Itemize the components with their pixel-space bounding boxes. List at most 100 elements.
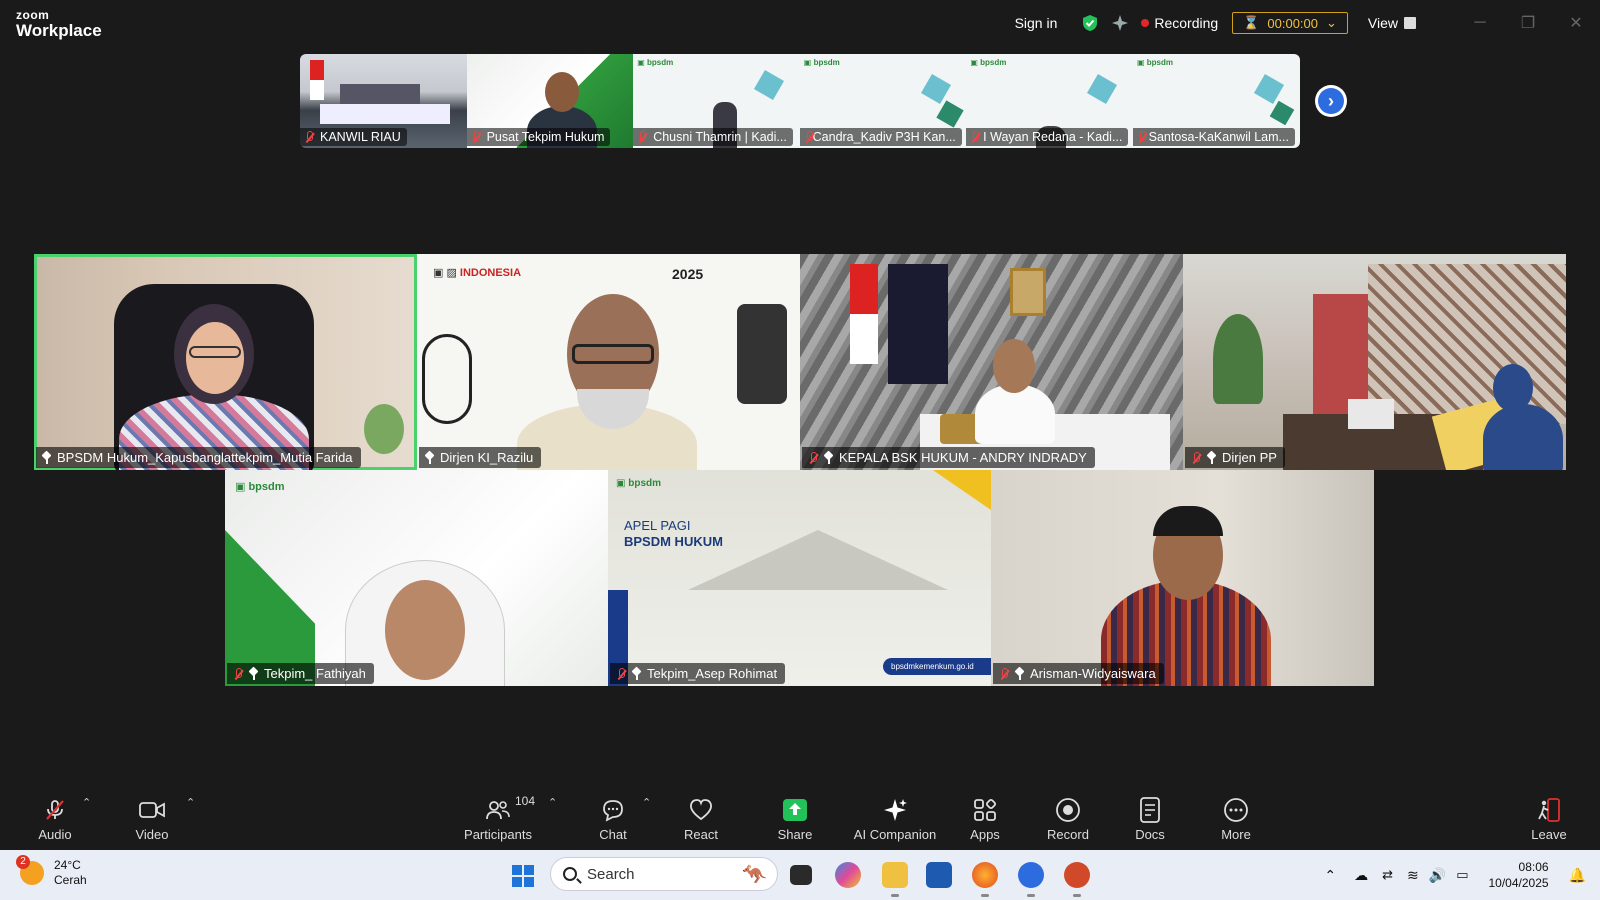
pin-icon	[42, 452, 51, 464]
zoom-app-icon[interactable]	[1018, 862, 1044, 888]
audio-options-caret-icon[interactable]: ⌃	[82, 796, 91, 809]
file-explorer-icon[interactable]	[882, 862, 908, 888]
participant-name-text: Tekpim_Asep Rohimat	[647, 666, 778, 681]
thumbnail-tile[interactable]: Pusat Tekpim Hukum	[466, 54, 634, 148]
powerpoint-icon[interactable]	[1064, 862, 1090, 888]
sun-weather-icon: 2	[16, 855, 44, 885]
chat-button[interactable]: Chat	[590, 788, 636, 850]
recording-timer[interactable]: ⌛ 00:00:00 ⌄	[1232, 12, 1348, 34]
participant-name: Tekpim_ Fathiyah	[227, 663, 374, 684]
gallery-tile[interactable]: ▣ ▨ INDONESIA 2025 Dirjen KI_Razilu	[417, 254, 800, 470]
share-screen-icon	[780, 797, 810, 823]
ai-companion-button[interactable]: AI Companion	[850, 788, 940, 850]
heart-icon	[686, 797, 716, 823]
chat-options-caret-icon[interactable]: ⌃	[642, 796, 651, 809]
video-button[interactable]: Video	[127, 788, 177, 850]
apps-button[interactable]: Apps	[960, 788, 1010, 850]
view-button[interactable]: View	[1368, 15, 1416, 31]
zoom-logo: zoom Workplace	[16, 9, 102, 39]
firefox-icon[interactable]	[972, 862, 998, 888]
thumbnail-tile[interactable]: ▣ bpsdm Candra_Kadiv P3H Kan...	[799, 54, 967, 148]
close-window-button[interactable]: ✕	[1552, 13, 1600, 33]
gallery-tile[interactable]: KEPALA BSK HUKUM - ANDRY INDRADY	[800, 254, 1183, 470]
weather-condition-text: Cerah	[54, 873, 87, 887]
maximize-window-button[interactable]: ❐	[1504, 13, 1552, 33]
gallery-tile[interactable]: Arisman-Widyaiswara	[991, 470, 1374, 686]
windows-start-icon[interactable]	[512, 865, 534, 887]
notification-bell-icon[interactable]: 🔔	[1569, 867, 1586, 884]
participant-name: KANWIL RIAU	[300, 128, 407, 146]
participants-icon	[483, 797, 513, 823]
network-share-icon[interactable]: ⇄	[1382, 867, 1393, 883]
copilot-icon[interactable]	[835, 862, 861, 888]
muted-mic-icon	[304, 131, 314, 143]
pin-icon	[632, 668, 641, 680]
gallery-tile[interactable]: ▣ bpsdm APEL PAGI BPSDM HUKUM bpsdmkemen…	[608, 470, 991, 686]
muted-mic-icon	[808, 451, 818, 464]
tray-overflow-chevron-icon[interactable]: ⌃	[1324, 867, 1336, 884]
participant-name: KEPALA BSK HUKUM - ANDRY INDRADY	[802, 447, 1095, 468]
thumbnail-strip: KANWIL RIAU Pusat Tekpim Hukum ▣ bpsdm C…	[300, 54, 1300, 148]
more-button[interactable]: More	[1211, 788, 1261, 850]
task-view-icon[interactable]	[790, 865, 812, 885]
participant-name-text: KANWIL RIAU	[320, 130, 401, 144]
participant-name: Arisman-Widyaiswara	[993, 663, 1164, 684]
record-icon	[1053, 797, 1083, 823]
muted-mic-icon	[471, 131, 481, 143]
gallery-tile-active-speaker[interactable]: BPSDM Hukum_Kapusbanglattekpim_Mutia Far…	[34, 254, 417, 470]
thumbnail-tile[interactable]: ▣ bpsdm Santosa-KaKanwil Lam...	[1132, 54, 1300, 148]
os-taskbar: 2 24°C Cerah Search 🦘 ⌃ ☁ ⇄ ≋ 🔊 ▭ 08:06 …	[0, 850, 1600, 900]
participants-options-caret-icon[interactable]: ⌃	[548, 796, 557, 809]
search-placeholder: Search	[587, 865, 635, 883]
pin-icon	[1207, 452, 1216, 464]
docs-button[interactable]: Docs	[1127, 788, 1173, 850]
document-icon	[1135, 796, 1165, 823]
more-ellipsis-icon	[1221, 797, 1251, 823]
participant-name-text: Santosa-KaKanwil Lam...	[1148, 130, 1289, 144]
timer-value: 00:00:00	[1267, 15, 1318, 31]
react-button[interactable]: React	[678, 788, 724, 850]
apps-label: Apps	[970, 826, 1000, 842]
chevron-down-icon: ⌄	[1326, 15, 1337, 30]
participant-name: Tekpim_Asep Rohimat	[610, 663, 786, 684]
year-banner-text: 2025	[672, 266, 704, 282]
react-label: React	[684, 826, 718, 842]
ai-companion-label: AI Companion	[853, 826, 937, 842]
sign-in-link[interactable]: Sign in	[1015, 15, 1058, 31]
record-button[interactable]: Record	[1043, 788, 1093, 850]
video-options-caret-icon[interactable]: ⌃	[186, 796, 195, 809]
bpsdm-logo-text: bpsdm	[248, 481, 285, 493]
muted-mic-icon	[40, 797, 70, 823]
minimize-window-button[interactable]: ─	[1456, 14, 1504, 32]
apel-pagi-title: APEL PAGI	[624, 518, 691, 533]
thumbnail-tile[interactable]: ▣ bpsdm Chusni Thamrin | Kadi...	[633, 54, 800, 148]
system-clock[interactable]: 08:06 10/04/2025	[1489, 859, 1549, 891]
taskbar-search[interactable]: Search 🦘	[550, 857, 778, 891]
title-bar: zoom Workplace Sign in Recording ⌛ 00:00…	[0, 0, 1600, 46]
volume-icon[interactable]: 🔊	[1429, 867, 1446, 884]
pin-icon	[824, 452, 833, 464]
recording-indicator[interactable]: Recording	[1141, 15, 1218, 31]
share-button[interactable]: Share	[770, 788, 820, 850]
next-page-button[interactable]: ›	[1315, 85, 1347, 117]
encryption-shield-icon[interactable]	[1081, 14, 1099, 32]
pin-icon	[425, 452, 434, 464]
wifi-icon[interactable]: ≋	[1407, 867, 1419, 884]
thumbnail-tile[interactable]: KANWIL RIAU	[300, 54, 467, 148]
ai-sparkle-icon[interactable]	[1111, 14, 1129, 32]
onedrive-cloud-icon[interactable]: ☁	[1354, 867, 1368, 884]
participant-name: Dirjen PP	[1185, 447, 1285, 468]
weather-widget[interactable]: 2 24°C Cerah	[16, 855, 87, 888]
thumbnail-tile[interactable]: ▣ bpsdm I Wayan Redana - Kadi...	[966, 54, 1133, 148]
participants-count: 104	[515, 794, 536, 808]
store-icon[interactable]	[926, 862, 952, 888]
leave-button[interactable]: Leave	[1524, 788, 1574, 850]
gallery-tile[interactable]: Dirjen PP	[1183, 254, 1566, 470]
audio-button[interactable]: Audio	[30, 788, 80, 850]
battery-icon[interactable]: ▭	[1456, 867, 1468, 883]
hourglass-icon: ⌛	[1243, 15, 1260, 30]
recording-dot-icon	[1141, 19, 1150, 27]
gallery-tile[interactable]: ▣ bpsdm Tekpim_ Fathiyah	[225, 470, 608, 686]
participant-name-text: Arisman-Widyaiswara	[1030, 666, 1156, 681]
search-highlight-icon: 🦘	[742, 864, 767, 886]
